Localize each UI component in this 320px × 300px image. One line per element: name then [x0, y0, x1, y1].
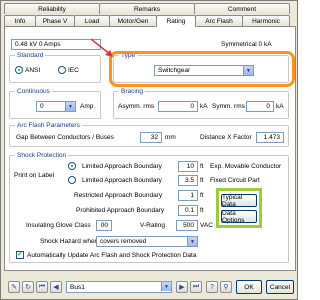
gap-label: Gap Between Conductors / Buses	[16, 134, 114, 141]
asymm-label: Asymm. rms	[118, 103, 155, 110]
lab1-field[interactable]: 10	[178, 161, 198, 172]
lab1-label: Limited Approach Boundary	[82, 163, 162, 170]
tab-phase-v[interactable]: Phase V	[35, 15, 75, 26]
symm-label: Symm. rms	[212, 103, 245, 110]
last-icon[interactable]: ⏭	[190, 281, 202, 293]
asymm-unit: kA	[200, 103, 208, 110]
tab-reliability[interactable]: Reliability	[4, 3, 100, 14]
lab2-note: Fixed Circuit Part	[210, 177, 260, 184]
chevron-down-icon: ▼	[65, 102, 75, 111]
chevron-down-icon: ▼	[187, 237, 197, 246]
distance-factor-label: Distance X Factor	[200, 134, 252, 141]
continuous-unit: Amp	[80, 103, 94, 110]
glove-class-field[interactable]: 00	[96, 220, 112, 231]
continuous-value: 0	[40, 103, 44, 110]
tab-rating[interactable]: Rating	[156, 15, 196, 27]
iec-radio[interactable]	[58, 66, 66, 74]
continuous-select[interactable]: 0 ▼	[36, 101, 76, 112]
red-arrow-icon	[90, 38, 113, 57]
gap-field[interactable]: 32	[140, 132, 162, 143]
shock-protection-title: Shock Protection	[15, 152, 69, 159]
standard-title: Standard	[15, 52, 46, 59]
arc-flash-params-title: Arc Flash Parameters	[15, 122, 82, 129]
v-rating-field[interactable]: 500	[176, 220, 198, 231]
v-rating-label: V-Rating	[140, 222, 165, 229]
data-options-button[interactable]: Data Options	[221, 210, 257, 224]
v-rating-unit: VAC	[200, 222, 213, 229]
lab1-radio[interactable]	[68, 162, 76, 170]
lab2-radio[interactable]	[68, 176, 76, 184]
rab-field[interactable]: 1	[178, 190, 198, 201]
tab-row-lower: Info Phase V Load Motor/Gen Rating Arc F…	[4, 15, 290, 27]
bus-select[interactable]: Bus1 ▼	[66, 281, 172, 293]
ok-button[interactable]: OK	[236, 280, 262, 294]
ansi-label: ANSI	[25, 67, 41, 74]
shock-hazard-value: covers removed	[100, 238, 147, 245]
binoculars-icon[interactable]: ⚲	[220, 281, 232, 293]
first-icon[interactable]: ⏮	[36, 281, 48, 293]
continuous-title: Continuous	[15, 88, 52, 95]
gap-unit: mm	[165, 134, 176, 141]
cancel-button[interactable]: Cancel	[266, 280, 294, 294]
next-icon[interactable]: ▶	[176, 281, 188, 293]
typical-data-button[interactable]: Typical Data	[221, 194, 257, 208]
lab2-label: Limited Approach Boundary	[82, 177, 162, 184]
tab-comment[interactable]: Comment	[194, 3, 290, 14]
symm-unit: kA	[276, 103, 284, 110]
ansi-radio[interactable]	[15, 66, 23, 74]
bracing-group: Bracing Asymm. rms 0 kA Symm. rms 0 kA	[113, 88, 289, 119]
tab-arc-flash[interactable]: Arc Flash	[195, 15, 243, 26]
arc-flash-params-group: Arc Flash Parameters Gap Between Conduct…	[9, 122, 289, 147]
shock-protection-group: Shock Protection Print on Label Limited …	[9, 152, 289, 263]
lab2-unit: ft	[200, 177, 204, 184]
tab-info[interactable]: Info	[4, 15, 36, 26]
pab-unit: ft	[200, 207, 204, 214]
pab-field[interactable]: 0.1	[178, 205, 198, 216]
type-highlight	[109, 51, 295, 87]
asymm-field[interactable]: 0	[158, 101, 198, 112]
tab-motor-gen[interactable]: Motor/Gen	[109, 15, 157, 26]
lab2-field[interactable]: 3.5	[178, 175, 198, 186]
distance-factor-field[interactable]: 1.473	[256, 132, 284, 143]
rab-unit: ft	[200, 192, 204, 199]
bus-editor-dialog: Reliability Remarks Comment Info Phase V…	[0, 0, 298, 300]
print-on-label: Print on Label	[14, 172, 55, 179]
symmetrical-label: Symmetrical 0 kA	[221, 41, 272, 48]
pab-label: Prohibited Approach Boundary	[76, 207, 165, 214]
tab-harmonic[interactable]: Harmonic	[242, 15, 290, 26]
auto-update-label: Automatically Update Arc Flash and Shock…	[27, 252, 197, 259]
tab-row-upper: Reliability Remarks Comment	[4, 3, 290, 14]
chevron-down-icon: ▼	[161, 282, 171, 291]
tab-remarks[interactable]: Remarks	[99, 3, 195, 14]
tab-load[interactable]: Load	[74, 15, 110, 26]
rab-label: Restricted Approach Boundary	[74, 192, 163, 199]
help-icon[interactable]: ?	[206, 281, 218, 293]
prev-icon[interactable]: ◀	[50, 281, 62, 293]
bottom-bar: ✎ ↻ ⏮ ◀ Bus1 ▼ ▶ ⏭ ? ⚲ OK Cancel	[4, 276, 296, 298]
rotate-icon[interactable]: ↻	[22, 281, 34, 293]
lab1-note: Exp. Movable Conductor	[210, 163, 282, 170]
shock-hazard-select[interactable]: covers removed ▼	[96, 236, 198, 247]
standard-group: Standard ANSI IEC	[9, 52, 101, 83]
bus-select-value: Bus1	[70, 283, 85, 291]
bracing-title: Bracing	[119, 88, 146, 95]
lab1-unit: ft	[200, 163, 204, 170]
shock-hazard-label: Shock Hazard when	[40, 238, 99, 245]
edit-icon[interactable]: ✎	[8, 281, 20, 293]
rating-summary-field: 0.48 kV 0 Amps	[11, 39, 101, 50]
auto-update-checkbox[interactable]: ✓	[16, 251, 24, 259]
glove-class-label: Insulating Glove Class	[26, 222, 91, 229]
continuous-group: Continuous 0 ▼ Amp	[9, 88, 101, 119]
symm-field[interactable]: 0	[246, 101, 274, 112]
rating-panel: 0.48 kV 0 Amps Symmetrical 0 kA Standard…	[4, 26, 296, 271]
iec-label: IEC	[68, 67, 79, 74]
